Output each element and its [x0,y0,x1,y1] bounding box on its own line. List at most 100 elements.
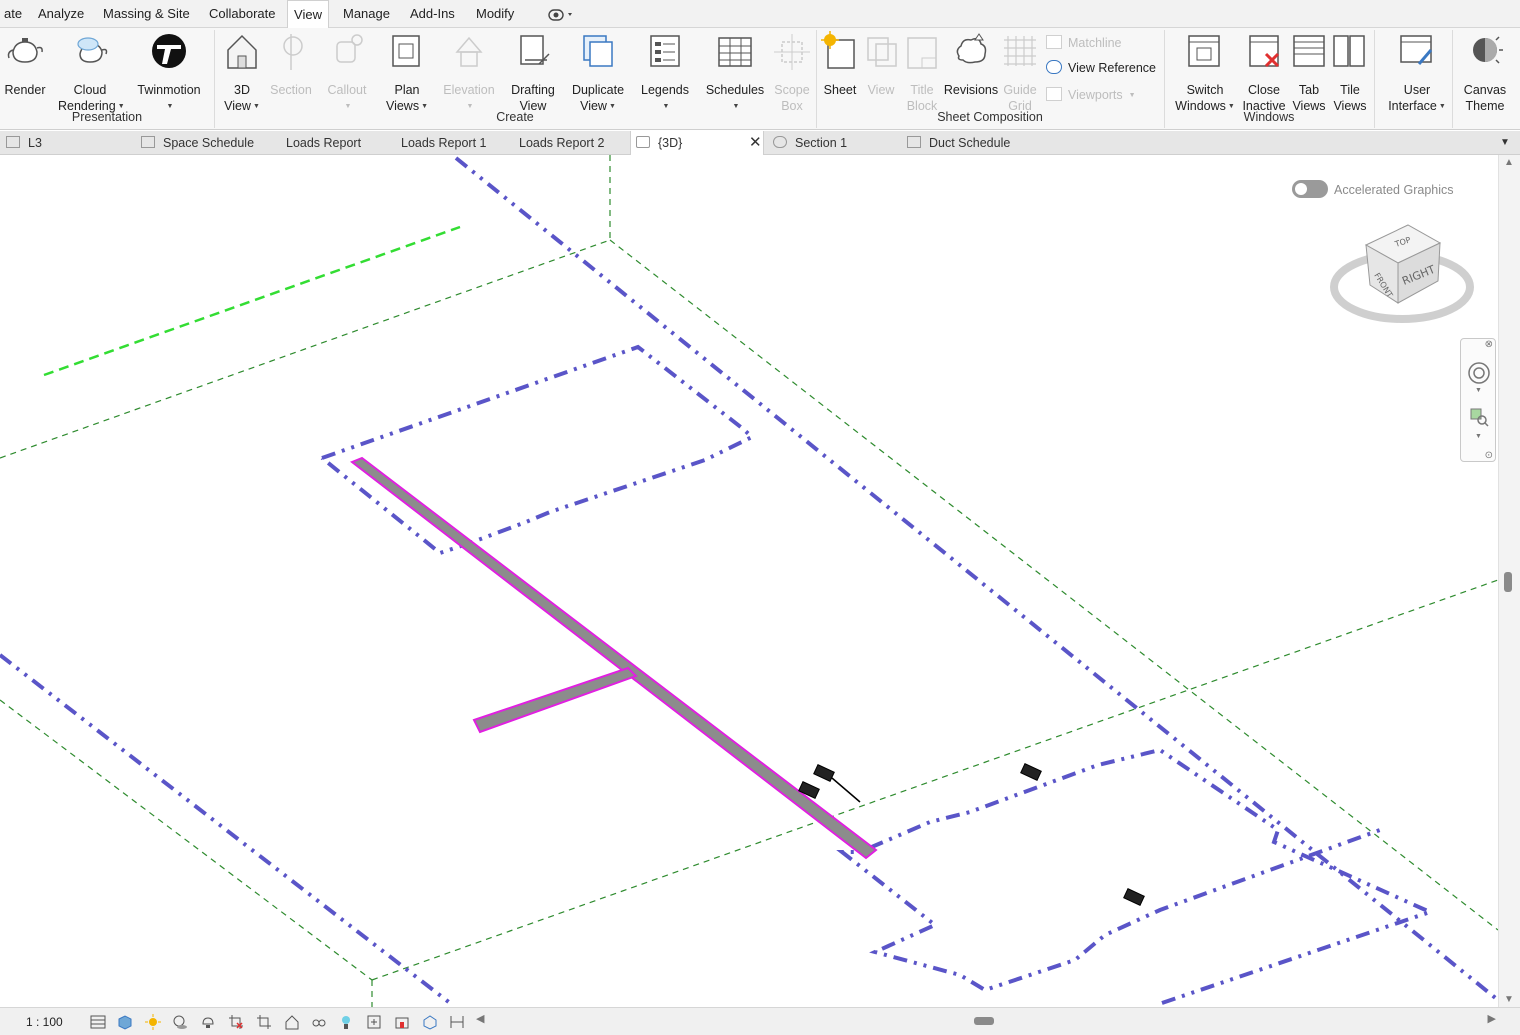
show-crop-region-icon[interactable] [256,1014,272,1030]
section-button[interactable]: Section [268,30,314,98]
render-button[interactable]: Render [2,30,48,98]
panel-title-windows: Windows [1243,110,1295,124]
vertical-scrollbar[interactable]: ▲ ▼ [1498,155,1520,1007]
elevation-button[interactable]: Elevation ▼ [440,30,498,115]
reveal-hidden-elements-icon[interactable] [338,1014,354,1030]
switch-windows-button[interactable]: Switch Windows ▼ [1174,30,1236,115]
close-navbar-icon[interactable]: ⊗ [1485,339,1493,350]
plan-views-button[interactable]: Plan Views ▼ [384,30,430,115]
view-scale[interactable]: 1 : 100 [26,1015,63,1029]
grid-line [0,239,611,459]
revisions-button[interactable]: Revisions [942,30,1000,98]
drafting-view-button[interactable]: Drafting View [506,30,560,114]
view-tab-loads-report[interactable]: Loads Report [286,131,361,155]
title-block-button[interactable]: Title Block [902,30,942,114]
twinmotion-button[interactable]: Twinmotion ▼ [133,30,205,115]
scroll-down-icon[interactable]: ▼ [1504,994,1514,1005]
user-interface-button[interactable]: User Interface ▼ [1384,30,1450,115]
callout-button[interactable]: Callout ▼ [324,30,370,115]
menu-tab-create[interactable]: ate [0,0,26,28]
view-reference-label: View Reference [1068,61,1157,75]
menu-tab-manage[interactable]: Manage [339,0,394,28]
steering-wheel-icon[interactable] [1467,361,1491,385]
room-boundary-line [0,653,452,1005]
menu-tab-collaborate[interactable]: Collaborate [205,0,280,28]
view-reference-button[interactable]: View Reference [1046,57,1156,79]
viewports-button[interactable]: Viewports ▼ [1046,84,1136,106]
viewcube[interactable]: TOP FRONT RIGHT [1330,215,1474,327]
view-tab-loads-report-2[interactable]: Loads Report 2 [519,131,604,155]
contextual-toggle-icon[interactable] [548,8,576,22]
view-tab-3d-label: {3D} [658,136,683,150]
scroll-left-icon[interactable]: ◀ [476,1012,484,1025]
view-tab-section-1[interactable]: Section 1 [773,131,847,155]
view-tab-l3[interactable]: L3 [6,131,42,155]
duct-run[interactable] [350,456,878,860]
temporary-view-properties-icon[interactable] [366,1014,382,1030]
tile-views-button[interactable]: Tile Views [1330,30,1370,114]
view-tab-loads-report-1[interactable]: Loads Report 1 [401,131,486,155]
place-view-button[interactable]: View [862,30,900,98]
tile-views-label-1: Tile [1340,83,1360,97]
zoom-icon[interactable] [1469,407,1489,427]
tile-views-icon [1333,35,1365,67]
close-inactive-icon [1249,35,1280,68]
shadows-icon[interactable] [172,1014,188,1030]
horizontal-scroll-thumb[interactable] [974,1017,994,1025]
schedules-button[interactable]: Schedules ▼ [704,30,766,115]
home-3d-icon [636,136,650,148]
legends-button[interactable]: Legends ▼ [638,30,692,115]
menu-tab-view[interactable]: View [287,0,329,29]
3d-view-canvas[interactable]: Accelerated Graphics TOP FRONT RIGHT [0,155,1498,1007]
menu-tab-add-ins[interactable]: Add-Ins [406,0,459,28]
branch-duct[interactable] [472,666,638,734]
scope-box-button[interactable]: Scope Box [770,30,814,114]
sheet-button[interactable]: Sheet [820,30,860,98]
toggle-switch-icon[interactable] [1292,180,1328,198]
air-terminal[interactable] [1020,763,1042,781]
show-rendering-dialog-icon[interactable] [200,1014,216,1030]
constraints-icon[interactable] [449,1014,465,1030]
navbar-options-icon[interactable]: ⊙ [1485,450,1493,461]
close-tab-icon[interactable]: ✕ [749,133,762,151]
scroll-right-icon[interactable]: ▶ [1488,1012,1496,1025]
wheel-dropdown-icon[interactable]: ▼ [1475,387,1482,394]
air-terminal[interactable] [813,764,861,803]
view-tab-space-schedule[interactable]: Space Schedule [141,131,254,155]
canvas-theme-label-2: Theme [1465,99,1505,113]
vertical-scroll-thumb[interactable] [1504,572,1512,592]
guide-grid-button[interactable]: Guide Grid [1000,30,1040,114]
canvas-theme-button[interactable]: Canvas Theme [1458,30,1512,114]
worksharing-display-icon[interactable] [394,1014,410,1030]
menu-tab-massing-site[interactable]: Massing & Site [99,0,194,28]
twinmotion-label: Twinmotion [137,83,201,97]
menu-tab-modify[interactable]: Modify [472,0,518,28]
3d-view-button[interactable]: 3D View ▼ [220,30,264,115]
zoom-dropdown-icon[interactable]: ▼ [1475,433,1482,440]
duplicate-view-button[interactable]: Duplicate View ▼ [566,30,630,115]
tab-views-button[interactable]: Tab Views [1290,30,1328,114]
scroll-up-icon[interactable]: ▲ [1504,157,1514,168]
view-tab-duct-schedule[interactable]: Duct Schedule [907,131,1010,155]
accelerated-graphics-toggle[interactable]: Accelerated Graphics [1292,180,1454,198]
cloud-rendering-button[interactable]: Cloud Rendering ▼ [58,30,125,115]
elevation-label: Elevation [443,83,495,97]
crop-view-icon[interactable] [228,1014,244,1030]
view-tab-3d[interactable]: {3D} [630,131,764,155]
tab-overflow-icon[interactable]: ▼ [1500,131,1510,155]
main-duct[interactable] [350,456,878,860]
teapot-icon [7,38,43,63]
menu-tab-analyze[interactable]: Analyze [34,0,88,28]
detail-level-icon[interactable] [90,1014,106,1030]
air-terminal[interactable] [1123,888,1145,906]
sun-path-icon[interactable] [145,1014,161,1030]
grid-line [609,239,1498,931]
unlocked-3d-view-icon[interactable] [284,1014,300,1030]
visual-style-icon[interactable] [117,1014,133,1030]
horizontal-scrollbar[interactable]: ◀ ▶ [474,1011,1498,1029]
temporary-hide-isolate-icon[interactable] [311,1014,327,1030]
room-boundary [836,747,1436,1005]
close-inactive-button[interactable]: Close Inactive [1240,30,1288,114]
matchline-button[interactable]: Matchline [1046,32,1122,54]
show-analytical-model-icon[interactable] [422,1014,438,1030]
